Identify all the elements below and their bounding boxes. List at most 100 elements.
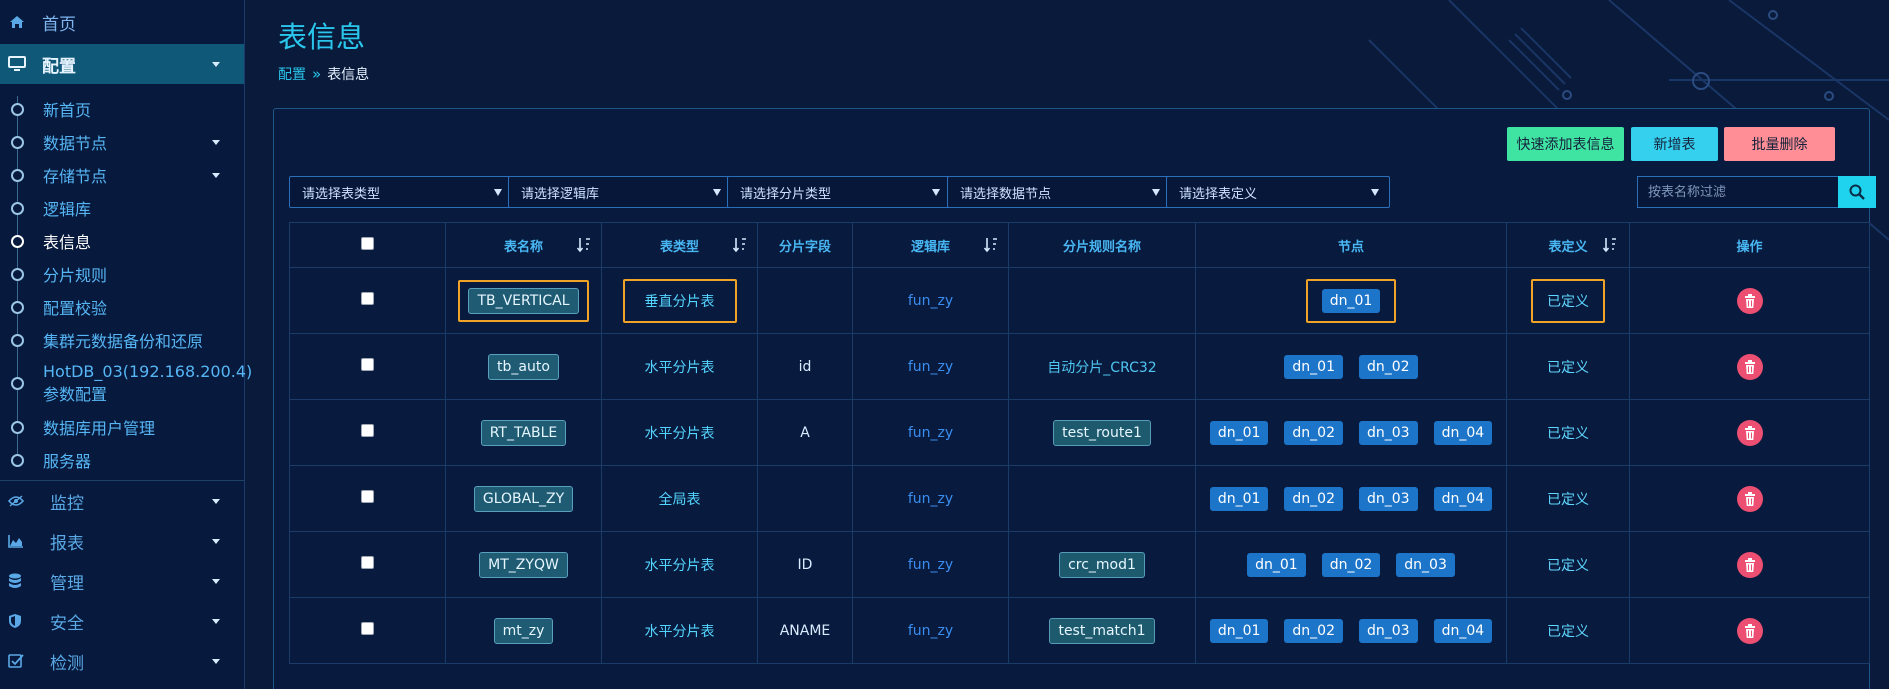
node-badge[interactable]: dn_02 xyxy=(1284,486,1343,511)
logic-db-link[interactable]: fun_zy xyxy=(908,491,953,507)
nav-monitor[interactable]: 监控 xyxy=(0,481,244,521)
sidebar-item-metadata-backup[interactable]: 集群元数据备份和还原 xyxy=(0,323,244,356)
sidebar-item-table-info[interactable]: 表信息 xyxy=(0,224,244,257)
logic-db-select[interactable]: 请选择逻辑库 xyxy=(508,176,732,208)
sidebar-item-param-config[interactable]: HotDB_03(192.168.200.4)参数配置 xyxy=(0,356,252,410)
rule-name-badge[interactable]: test_route1 xyxy=(1053,419,1151,446)
node-badge[interactable]: dn_04 xyxy=(1433,618,1493,643)
home-icon xyxy=(8,13,26,31)
breadcrumb-config-link[interactable]: 配置 xyxy=(278,64,306,84)
node-badge[interactable]: dn_02 xyxy=(1321,552,1381,577)
delete-row-button[interactable] xyxy=(1736,551,1763,578)
delete-row-button[interactable] xyxy=(1736,617,1763,644)
shard-type-select-label: 请选择分片类型 xyxy=(740,186,832,202)
node-badge[interactable]: dn_01 xyxy=(1209,420,1269,445)
header-definition[interactable]: 表定义 xyxy=(1506,222,1630,268)
logic-db-link[interactable]: fun_zy xyxy=(908,293,953,309)
node-badge[interactable]: dn_01 xyxy=(1209,486,1269,511)
delete-row-button[interactable] xyxy=(1736,287,1763,314)
table-name-badge[interactable]: RT_TABLE xyxy=(480,419,567,446)
sort-icon[interactable] xyxy=(984,237,998,253)
row-checkbox[interactable] xyxy=(361,424,374,437)
node-badge[interactable]: dn_03 xyxy=(1359,618,1418,643)
header-table-type[interactable]: 表类型 xyxy=(601,222,758,268)
sidebar-item-data-node[interactable]: 数据节点 xyxy=(0,125,244,158)
shard-type-select[interactable]: 请选择分片类型 xyxy=(727,176,951,208)
nav-detect[interactable]: 检测 xyxy=(0,641,244,681)
node-badge[interactable]: dn_02 xyxy=(1284,420,1343,445)
chevron-down-icon xyxy=(212,579,220,584)
rule-name-badge[interactable]: test_match1 xyxy=(1049,617,1155,644)
node-badge[interactable]: dn_01 xyxy=(1284,354,1343,379)
actions-cell xyxy=(1629,267,1870,334)
table-name-badge[interactable]: tb_auto xyxy=(488,353,559,380)
node-badge[interactable]: dn_03 xyxy=(1359,486,1418,511)
logic-db-link[interactable]: fun_zy xyxy=(908,425,953,441)
bullet-icon xyxy=(11,234,24,248)
table-type-cell: 水平分片表 xyxy=(601,597,758,664)
bullet-icon xyxy=(11,267,24,281)
node-badge[interactable]: dn_04 xyxy=(1433,420,1493,445)
select-all-checkbox[interactable] xyxy=(361,236,374,250)
nav-report[interactable]: 报表 xyxy=(0,521,244,561)
node-badge[interactable]: dn_01 xyxy=(1247,552,1306,577)
node-badge[interactable]: dn_02 xyxy=(1359,354,1418,379)
logic-db-link[interactable]: fun_zy xyxy=(908,623,953,639)
header-table-name[interactable]: 表名称 xyxy=(445,222,602,268)
sort-icon[interactable] xyxy=(1603,237,1617,253)
row-checkbox[interactable] xyxy=(361,622,374,635)
table-row: mt_zy 水平分片表 ANAME fun_zy test_match1 dn_01 dn_… xyxy=(289,597,1870,664)
nav-config-label: 配置 xyxy=(42,56,76,77)
nodes-cell: dn_01 dn_02 xyxy=(1195,333,1507,400)
sidebar-item-servers[interactable]: 服务器 xyxy=(0,443,244,476)
sidebar-item-new-home[interactable]: 新首页 xyxy=(0,92,244,125)
rule-name-cell: 自动分片_CRC32 xyxy=(1008,333,1196,400)
logic-db-link[interactable]: fun_zy xyxy=(908,557,953,573)
sort-icon[interactable] xyxy=(733,237,747,253)
header-logic-db[interactable]: 逻辑库 xyxy=(852,222,1009,268)
row-checkbox[interactable] xyxy=(361,292,374,305)
sidebar-item-shard-rule[interactable]: 分片规则 xyxy=(0,257,244,290)
table-name-badge[interactable]: GLOBAL_ZY xyxy=(473,485,574,512)
quick-add-table-button[interactable]: 快速添加表信息 xyxy=(1507,127,1624,161)
sidebar-item-logic-db[interactable]: 逻辑库 xyxy=(0,191,244,224)
sort-icon[interactable] xyxy=(577,237,591,253)
row-checkbox[interactable] xyxy=(361,490,374,503)
batch-delete-button[interactable]: 批量删除 xyxy=(1724,127,1835,161)
table-def-select[interactable]: 请选择表定义 xyxy=(1166,176,1390,208)
header-label: 操作 xyxy=(1736,239,1763,255)
logic-db-link[interactable]: fun_zy xyxy=(908,359,953,375)
node-badge[interactable]: dn_02 xyxy=(1284,618,1343,643)
row-checkbox[interactable] xyxy=(361,556,374,569)
table-name-badge[interactable]: TB_VERTICAL xyxy=(468,287,579,314)
nav-config[interactable]: 配置 xyxy=(0,44,244,84)
sidebar-item-db-users[interactable]: 数据库用户管理 xyxy=(0,410,244,443)
search-button[interactable] xyxy=(1838,176,1876,208)
delete-row-button[interactable] xyxy=(1736,485,1763,512)
node-badge[interactable]: dn_04 xyxy=(1433,486,1493,511)
definition-cell: 已定义 xyxy=(1506,597,1630,664)
table-name-badge[interactable]: mt_zy xyxy=(493,617,554,644)
nav-manage[interactable]: 管理 xyxy=(0,561,244,601)
delete-row-button[interactable] xyxy=(1736,419,1763,446)
rule-name-text[interactable]: 自动分片_CRC32 xyxy=(1047,360,1156,376)
node-badge[interactable]: dn_03 xyxy=(1359,420,1418,445)
node-badge[interactable]: dn_03 xyxy=(1396,552,1455,577)
sidebar-item-storage-node[interactable]: 存储节点 xyxy=(0,158,244,191)
nav-home[interactable]: 首页 xyxy=(0,0,244,44)
row-select-cell xyxy=(289,531,446,598)
table-type-text: 水平分片表 xyxy=(644,557,715,574)
node-badge[interactable]: dn_01 xyxy=(1321,288,1381,313)
row-checkbox[interactable] xyxy=(361,358,374,371)
shard-field-text: A xyxy=(800,424,810,441)
data-node-select[interactable]: 请选择数据节点 xyxy=(947,176,1171,208)
node-badge[interactable]: dn_01 xyxy=(1209,618,1269,643)
table-type-select[interactable]: 请选择表类型 xyxy=(289,176,513,208)
table-name-badge[interactable]: MT_ZYQW xyxy=(479,551,568,578)
table-name-search-input[interactable] xyxy=(1637,176,1838,208)
delete-row-button[interactable] xyxy=(1736,353,1763,380)
rule-name-badge[interactable]: crc_mod1 xyxy=(1059,551,1145,578)
sidebar-item-config-check[interactable]: 配置校验 xyxy=(0,290,244,323)
add-table-button[interactable]: 新增表 xyxy=(1631,127,1718,161)
nav-security[interactable]: 安全 xyxy=(0,601,244,641)
